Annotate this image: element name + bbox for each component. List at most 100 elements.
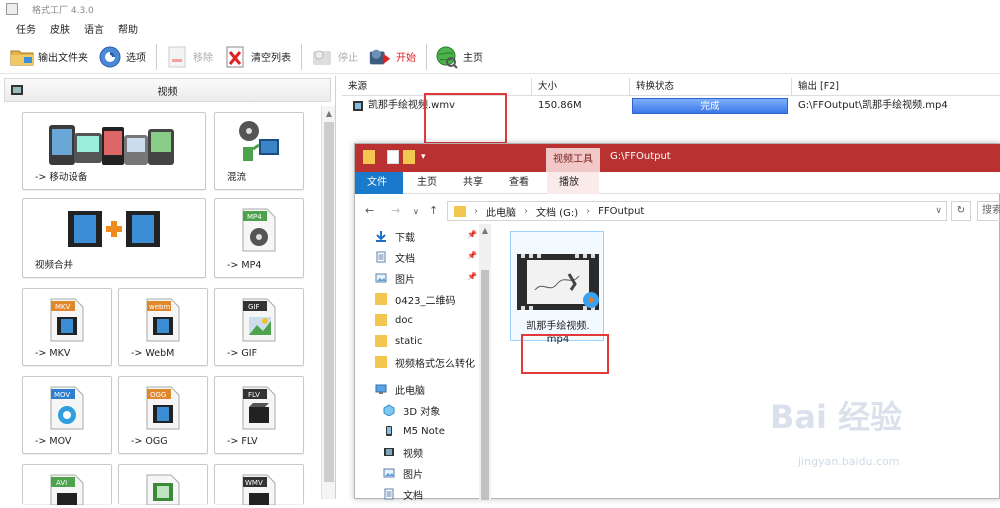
category-header-video[interactable]: 视频 <box>4 78 331 102</box>
folder-icon <box>10 45 34 69</box>
video-join-icon <box>66 209 162 252</box>
options-button[interactable]: 选项 <box>98 42 146 72</box>
this-pc-icon <box>375 383 387 395</box>
menu-skin[interactable]: 皮肤 <box>50 21 70 36</box>
start-icon <box>368 45 392 69</box>
download-icon <box>375 230 387 242</box>
tile-mp4[interactable]: MP4 -> MP4 <box>214 198 304 278</box>
start-button[interactable]: 开始 <box>368 42 416 72</box>
nav-item-videos[interactable]: 视频 <box>383 442 423 462</box>
tile-wmv[interactable]: WMV <box>214 464 304 506</box>
nav-item-documents[interactable]: 文档 <box>383 484 423 504</box>
row-size: 150.86M <box>538 100 582 111</box>
window-title: 格式工厂 4.3.0 <box>32 5 94 16</box>
breadcrumb-drive[interactable]: 文档 (G:) <box>536 204 578 219</box>
nav-item-this-pc[interactable]: 此电脑 <box>375 379 425 399</box>
search-input[interactable]: 搜索 <box>977 201 1000 221</box>
scroll-thumb[interactable] <box>481 270 489 500</box>
column-header-size[interactable]: 大小 <box>532 78 630 96</box>
remove-button[interactable]: 移除 <box>165 42 213 72</box>
video-file-icon <box>352 100 364 112</box>
menu-language[interactable]: 语言 <box>84 21 104 36</box>
nav-item-m5-note[interactable]: M5 Note <box>383 421 445 441</box>
address-bar[interactable]: › 此电脑 › 文档 (G:) › FFOutput ∨ <box>447 201 947 221</box>
tile-3gp[interactable] <box>118 464 208 506</box>
refresh-icon[interactable]: ↻ <box>951 201 971 221</box>
toolbar-separator <box>426 43 427 70</box>
breadcrumb-this-pc[interactable]: 此电脑 <box>486 204 516 219</box>
breadcrumb-ffoutput[interactable]: FFOutput <box>598 206 644 217</box>
nav-item-documents[interactable]: 文档 📌 <box>375 247 477 267</box>
nav-item-pictures[interactable]: 图片 📌 <box>375 268 477 288</box>
quick-access-toolbar: ▾ <box>363 150 426 164</box>
checkbox-icon[interactable] <box>387 150 399 164</box>
folder-new-icon[interactable] <box>403 150 415 164</box>
tab-play[interactable]: 播放 <box>547 172 599 194</box>
nav-item-downloads[interactable]: 下载 📌 <box>375 226 477 246</box>
tile-gif[interactable]: GIF -> GIF <box>214 288 304 366</box>
panel-scrollbar[interactable]: ▲ <box>321 106 335 499</box>
tab-file[interactable]: 文件 <box>355 172 403 194</box>
nav-item-folder[interactable]: 0423_二维码 <box>375 289 455 309</box>
tile-label: -> MOV <box>35 436 72 447</box>
nav-item-folder[interactable]: doc <box>375 310 413 330</box>
mp4-icon: MP4 <box>239 205 279 256</box>
column-header-status[interactable]: 转换状态 <box>630 78 792 96</box>
svg-text:webm: webm <box>149 303 170 311</box>
file-explorer-window: ▾ 视频工具 G:\FFOutput 文件 主页 共享 查看 播放 ← → ∨ … <box>354 143 1000 502</box>
mov-icon: MOV <box>47 383 87 434</box>
file-item-mp4[interactable]: 凯那手绘视频. mp4 <box>510 231 604 345</box>
pictures-icon <box>383 467 395 479</box>
svg-text:MOV: MOV <box>54 391 70 399</box>
address-dropdown-icon[interactable]: ∨ <box>935 206 942 216</box>
tile-flv[interactable]: FLV -> FLV <box>214 376 304 454</box>
folder-icon <box>375 335 387 347</box>
tile-label: -> 移动设备 <box>35 172 88 183</box>
tile-mov[interactable]: MOV -> MOV <box>22 376 112 454</box>
tile-avi[interactable]: AVI <box>22 464 112 506</box>
tile-label: -> GIF <box>227 348 258 359</box>
video-thumbnail-icon <box>517 254 599 310</box>
tile-mobile-devices[interactable]: -> 移动设备 <box>22 112 206 190</box>
scroll-up-arrow-icon[interactable]: ▲ <box>479 226 491 235</box>
tile-ogg[interactable]: OGG -> OGG <box>118 376 208 454</box>
video-category-icon <box>10 83 24 97</box>
up-arrow-icon[interactable]: ↑ <box>429 204 438 217</box>
nav-item-folder[interactable]: 视频格式怎么转化 <box>375 352 479 372</box>
navigation-scrollbar[interactable]: ▲ <box>479 224 491 500</box>
tile-label: -> MKV <box>35 348 71 359</box>
nav-item-3d-objects[interactable]: 3D 对象 <box>383 400 440 420</box>
pin-icon: 📌 <box>467 272 477 281</box>
highlight-box <box>521 334 609 374</box>
gif-icon: GIF <box>239 295 279 346</box>
nav-item-pictures[interactable]: 图片 <box>383 463 423 483</box>
tile-label: -> MP4 <box>227 260 262 271</box>
folder-icon <box>375 293 387 305</box>
scroll-up-arrow-icon[interactable]: ▲ <box>322 106 336 120</box>
folder-icon[interactable] <box>363 150 375 164</box>
context-tab-video-tools: 视频工具 <box>546 148 600 172</box>
clear-list-button[interactable]: 清空列表 <box>223 42 291 72</box>
scroll-thumb[interactable] <box>324 122 334 482</box>
wmv-icon: WMV <box>239 471 279 508</box>
documents-icon <box>383 488 395 500</box>
tab-share[interactable]: 共享 <box>451 172 495 194</box>
tab-home[interactable]: 主页 <box>405 172 449 194</box>
menu-help[interactable]: 帮助 <box>118 21 138 36</box>
home-button[interactable]: 主页 <box>435 42 483 72</box>
back-arrow-icon[interactable]: ← <box>365 204 374 217</box>
column-header-output[interactable]: 输出 [F2] <box>792 78 1000 96</box>
chevron-down-icon[interactable]: ▾ <box>421 152 426 162</box>
tab-view[interactable]: 查看 <box>497 172 541 194</box>
tile-mux[interactable]: 混流 <box>214 112 304 190</box>
menu-task[interactable]: 任务 <box>16 21 36 36</box>
chevron-down-icon[interactable]: ∨ <box>413 207 419 216</box>
tile-webm[interactable]: webm -> WebM <box>118 288 208 366</box>
tile-mkv[interactable]: MKV -> MKV <box>22 288 112 366</box>
stop-button[interactable]: 停止 <box>310 42 358 72</box>
tile-label: 视频合并 <box>35 260 74 271</box>
nav-item-folder[interactable]: static <box>375 331 422 351</box>
tile-video-join[interactable]: 视频合并 <box>22 198 206 278</box>
forward-arrow-icon[interactable]: → <box>391 204 400 217</box>
output-folder-button[interactable]: 输出文件夹 <box>10 42 88 72</box>
